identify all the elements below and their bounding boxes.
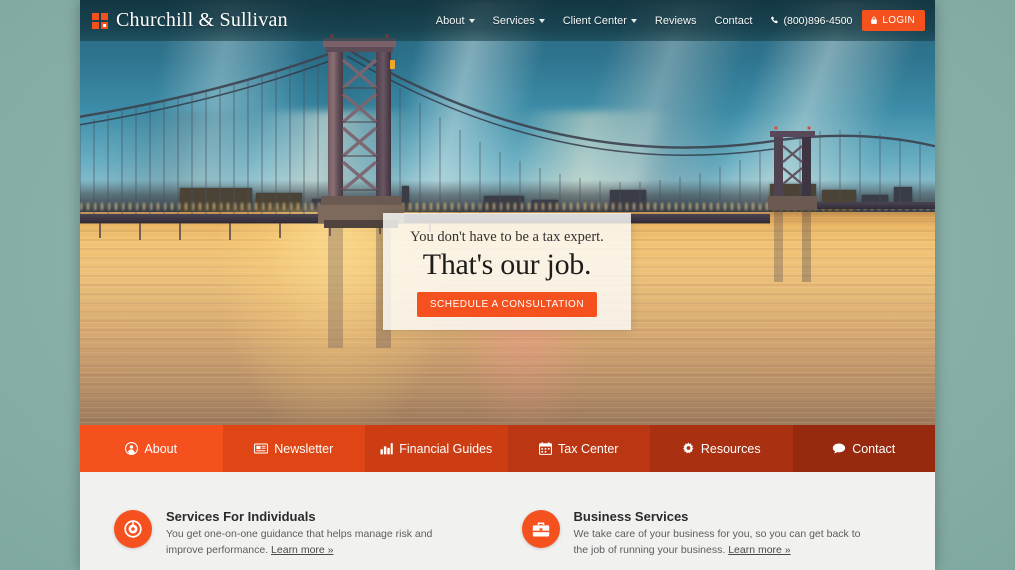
header-utility-area: (800)896-4500 LOGIN (770, 10, 925, 31)
target-circle-icon (114, 510, 152, 548)
iconnav-item-about[interactable]: About (80, 425, 223, 472)
iconnav-item-tax-center[interactable]: Tax Center (507, 425, 650, 472)
bar-chart-icon (380, 443, 393, 455)
phone-link[interactable]: (800)896-4500 (770, 15, 852, 27)
iconnav-label-tax-center: Tax Center (558, 441, 619, 456)
iconnav-label-financial-guides: Financial Guides (399, 441, 493, 456)
brand-logo-link[interactable]: Churchill & Sullivan (92, 9, 288, 32)
login-label: LOGIN (882, 15, 915, 26)
iconnav-item-contact[interactable]: Contact (792, 425, 935, 472)
learn-more-link-individuals[interactable]: Learn more » (271, 544, 333, 556)
iconnav-label-resources: Resources (700, 441, 761, 456)
phone-number: (800)896-4500 (783, 14, 853, 27)
comment-icon (833, 443, 846, 454)
nav-label-about: About (435, 14, 465, 27)
service-text-individuals: You get one-on-one guidance that helps m… (166, 527, 456, 559)
chevron-down-icon (538, 18, 545, 23)
icon-navigation-bar: About Newsletter Financial Guides Tax Ce… (80, 425, 935, 472)
four-squares-logo-icon (92, 12, 108, 29)
hero-title: That's our job. (422, 247, 592, 281)
learn-more-link-business[interactable]: Learn more » (728, 544, 790, 556)
service-title-individuals: Services For Individuals (166, 509, 316, 524)
iconnav-label-newsletter: Newsletter (274, 441, 334, 456)
iconnav-label-contact: Contact (852, 441, 896, 456)
nav-item-contact[interactable]: Contact (715, 15, 753, 27)
phone-icon (771, 16, 779, 24)
gear-icon (683, 442, 694, 454)
lock-icon (871, 16, 878, 24)
service-card-individuals: Services For Individuals You get one-on-… (114, 508, 494, 570)
newspaper-icon (254, 443, 269, 454)
nav-label-reviews: Reviews (654, 14, 697, 27)
service-desc-business: We take care of your business for you, s… (573, 528, 861, 556)
nav-item-client-center[interactable]: Client Center (563, 15, 637, 27)
page-backdrop: Churchill & Sullivan About Services Clie… (0, 0, 1015, 570)
site-header: Churchill & Sullivan About Services Clie… (80, 0, 935, 41)
nav-label-contact: Contact (714, 14, 753, 27)
nav-item-services[interactable]: Services (493, 15, 545, 27)
briefcase-icon (521, 510, 560, 548)
brand-name: Churchill & Sullivan (116, 9, 288, 31)
hero-kicker: You don't have to be a tax expert. (410, 229, 604, 245)
iconnav-item-resources[interactable]: Resources (650, 425, 793, 472)
iconnav-label-about: About (144, 441, 178, 456)
iconnav-item-financial-guides[interactable]: Financial Guides (365, 425, 508, 472)
service-body-individuals: Services For Individuals You get one-on-… (166, 508, 456, 559)
chevron-down-icon (630, 18, 637, 23)
nav-item-about[interactable]: About (436, 15, 475, 27)
service-title-business: Business Services (573, 509, 689, 524)
site-canvas: Churchill & Sullivan About Services Clie… (80, 0, 935, 570)
hero-banner: Churchill & Sullivan About Services Clie… (80, 0, 935, 425)
service-body-business: Business Services We take care of your b… (574, 508, 864, 559)
main-navigation: About Services Client Center Reviews Con… (436, 15, 753, 27)
calendar-icon (539, 442, 552, 455)
login-button[interactable]: LOGIN (862, 10, 925, 31)
iconnav-item-newsletter[interactable]: Newsletter (222, 425, 365, 472)
user-circle-icon (125, 442, 139, 455)
service-card-business: Business Services We take care of your b… (521, 508, 902, 570)
services-section: Services For Individuals You get one-on-… (80, 472, 935, 570)
nav-item-reviews[interactable]: Reviews (655, 15, 697, 27)
schedule-consultation-button[interactable]: SCHEDULE A CONSULTATION (416, 292, 598, 318)
service-text-business: We take care of your business for you, s… (574, 527, 864, 559)
chevron-down-icon (468, 18, 475, 23)
nav-label-client-center: Client Center (562, 14, 627, 27)
hero-card: You don't have to be a tax expert. That'… (383, 213, 631, 330)
nav-label-services: Services (492, 14, 535, 27)
